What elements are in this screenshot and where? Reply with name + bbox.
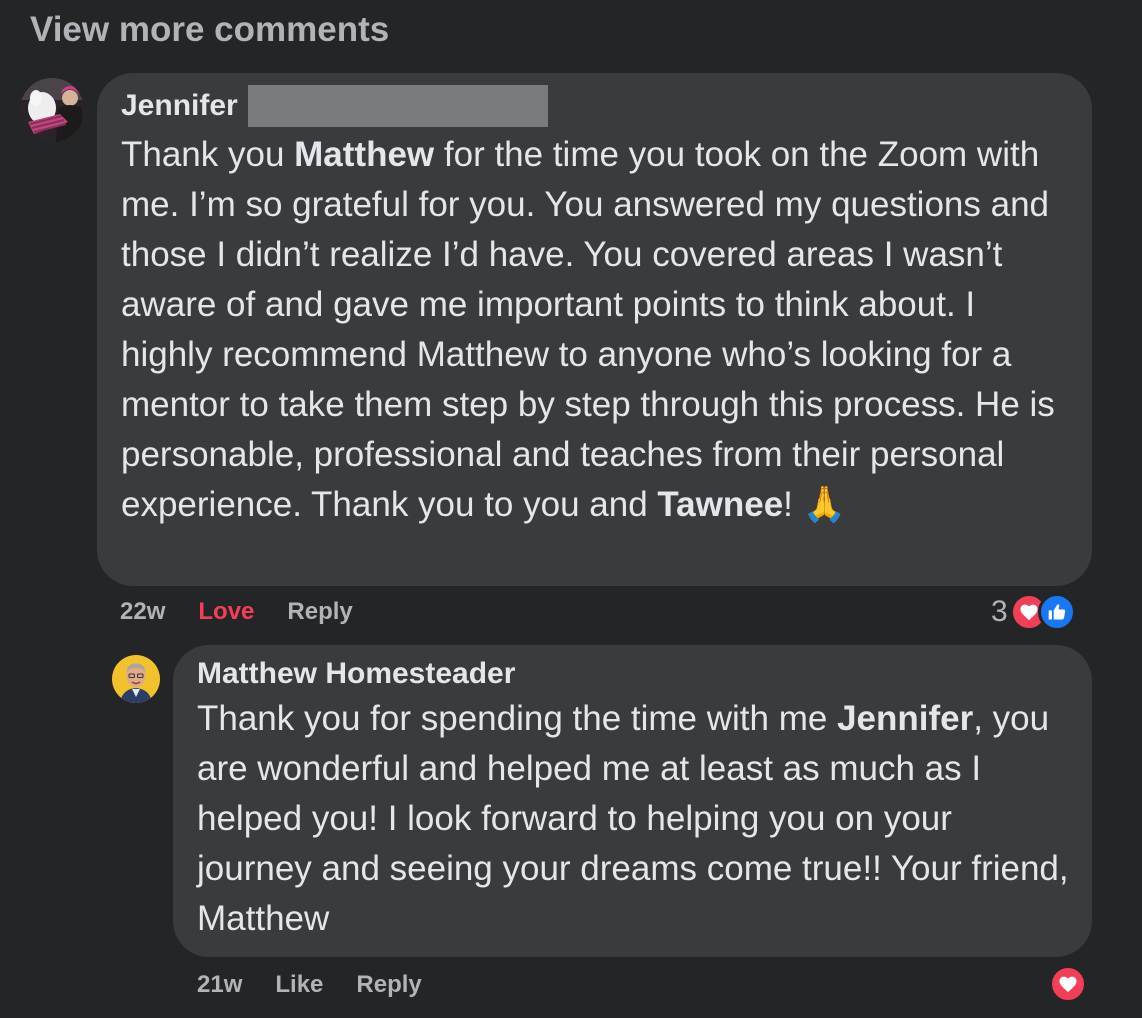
mention-tawnee[interactable]: Tawnee (657, 485, 783, 524)
comment-actions-matthew: 21w Like Reply (197, 971, 455, 999)
mention-matthew[interactable]: Matthew (294, 135, 434, 174)
love-reaction-button[interactable]: Love (198, 598, 254, 626)
reaction-summary[interactable]: 3 (991, 593, 1076, 631)
comment-author-row: Jennifer (121, 85, 1072, 127)
comment-actions-jennifer: 22w Love Reply (120, 598, 386, 626)
comment-text: Thank you for spending the time with me (197, 699, 838, 738)
avatar-matthew[interactable] (112, 655, 160, 703)
profile-photo-icon (20, 78, 84, 142)
comment-author-name[interactable]: Jennifer (121, 89, 238, 123)
comment-body: Thank you Matthew for the time you took … (121, 130, 1072, 530)
comment-bubble-matthew: Matthew Homesteader Thank you for spendi… (173, 645, 1092, 957)
comment-text: for the time you took on the Zoom with m… (121, 135, 1055, 524)
redacted-name-block (247, 85, 548, 127)
reaction-count: 3 (991, 595, 1008, 628)
thumbs-up-icon (1037, 593, 1076, 631)
view-more-comments-link[interactable]: View more comments (30, 10, 389, 50)
comment-text: ! (783, 485, 803, 524)
avatar-jennifer[interactable] (20, 78, 84, 142)
comment-timestamp[interactable]: 21w (197, 971, 242, 999)
comment-text: Thank you (121, 135, 295, 174)
comment-timestamp[interactable]: 22w (120, 598, 165, 626)
reply-button[interactable]: Reply (287, 598, 352, 626)
comment-author-name[interactable]: Matthew Homesteader (197, 657, 515, 691)
comment-bubble-jennifer: Jennifer Thank you Matthew for the time … (97, 73, 1092, 586)
folded-hands-emoji: 🙏 (802, 485, 847, 524)
reply-button[interactable]: Reply (356, 971, 421, 999)
reaction-summary[interactable] (1049, 965, 1087, 1003)
profile-photo-icon (112, 655, 160, 703)
comment-body: Thank you for spending the time with me … (197, 694, 1072, 944)
like-button[interactable]: Like (275, 971, 323, 999)
mention-jennifer[interactable]: Jennifer (837, 699, 973, 738)
heart-icon (1049, 965, 1087, 1003)
comment-author-row: Matthew Homesteader (197, 657, 1072, 691)
